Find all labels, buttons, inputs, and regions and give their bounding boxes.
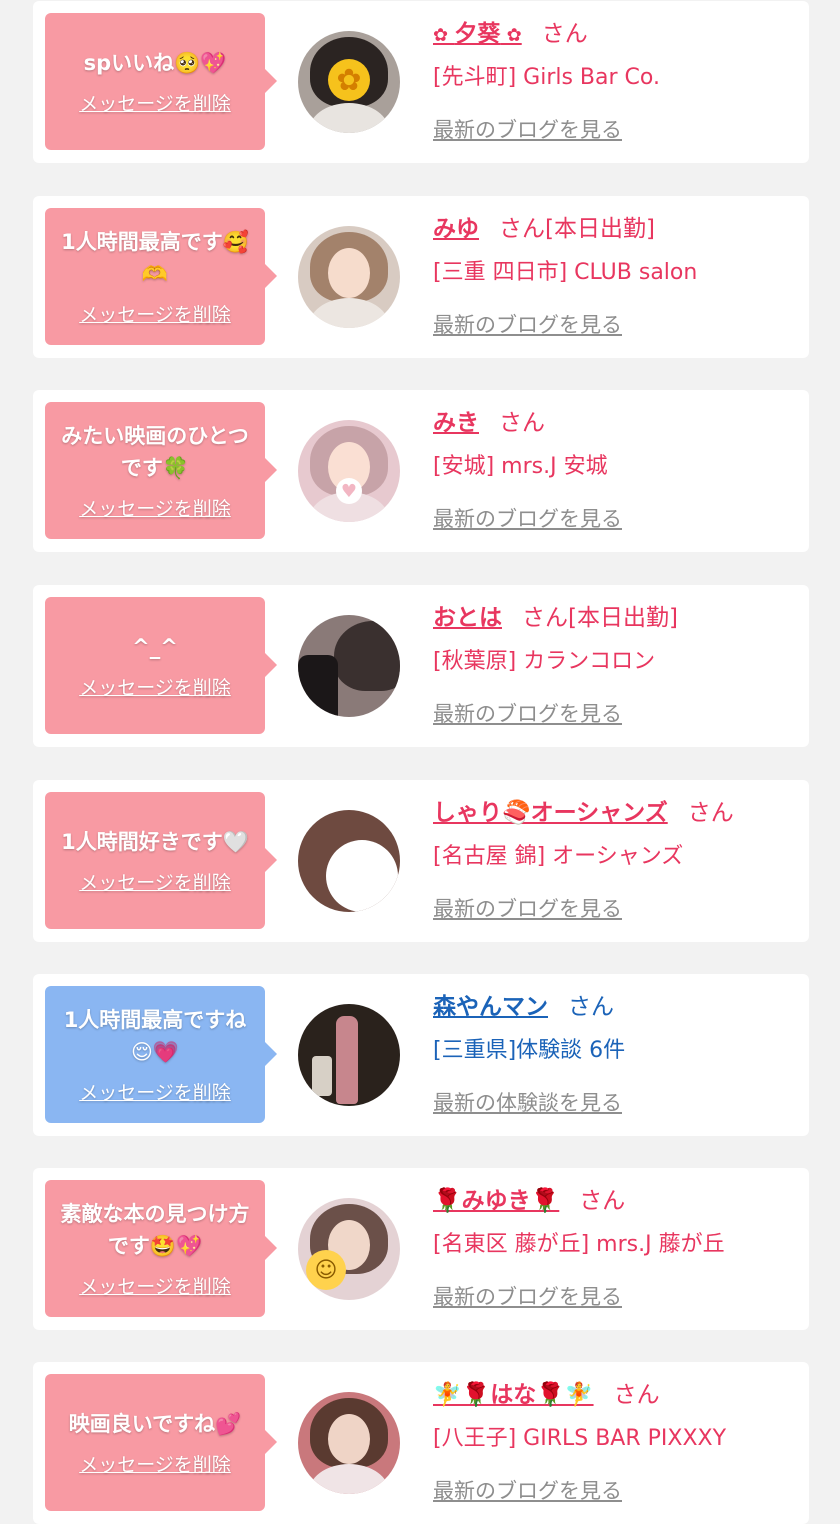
message-bubble: 1人時間好きです🤍 メッセージを削除 xyxy=(45,792,277,929)
heart-sticker-icon xyxy=(326,840,398,912)
list-item: 1人時間最高です🥰🫶 メッセージを削除 みゆ さん[本日出勤] [三重 四日市] … xyxy=(33,196,809,358)
champagne-bottle-icon xyxy=(336,1016,358,1104)
shop-name: [三重県]体験談 6件 xyxy=(433,1038,626,1063)
honorific: さん[本日出勤] xyxy=(499,216,655,242)
avatar[interactable] xyxy=(298,615,400,717)
delete-message-link[interactable]: メッセージを削除 xyxy=(79,868,231,895)
avatar[interactable] xyxy=(298,1004,400,1106)
delete-message-link[interactable]: メッセージを削除 xyxy=(79,1450,231,1477)
profile-name-link[interactable]: 🌹みゆき🌹 xyxy=(433,1188,559,1214)
message-text: 素敵な本の見つけ方です🤩💖 xyxy=(60,1202,250,1258)
sunflower-sticker-icon: ✿ xyxy=(328,59,370,101)
profile-info: 🌹みゆき🌹 さん [名東区 藤が丘] mrs.J 藤が丘 最新のブログを見る xyxy=(433,1184,799,1312)
message-bubble: 素敵な本の見つけ方です🤩💖 メッセージを削除 xyxy=(45,1180,277,1317)
list-item: 1人時間最高ですね😌💗 メッセージを削除 森やんマン さん [三重県]体験談 6件… xyxy=(33,974,809,1136)
shop-name: [先斗町] Girls Bar Co. xyxy=(433,65,660,90)
message-text: 1人時間好きです🤍 xyxy=(61,830,249,854)
message-text: 1人時間最高ですね😌💗 xyxy=(63,1008,247,1064)
heart-sticker-icon: ♥ xyxy=(336,478,362,504)
latest-review-link[interactable]: 最新の体験談を見る xyxy=(433,1088,799,1118)
shop-name: [秋葉原] カランコロン xyxy=(433,649,656,674)
profile-name-link[interactable]: 森やんマン xyxy=(433,994,548,1020)
list-item: 1人時間好きです🤍 メッセージを削除 しゃり🍣オーシャンズ さん [名古屋 錦] … xyxy=(33,780,809,942)
message-bubble: 1人時間最高ですね😌💗 メッセージを削除 xyxy=(45,986,277,1123)
message-bubble: 映画良いですね💕 メッセージを削除 xyxy=(45,1374,277,1511)
avatar[interactable]: ☺ xyxy=(298,1198,400,1300)
latest-blog-link[interactable]: 最新のブログを見る xyxy=(433,699,799,729)
message-text: 映画良いですね💕 xyxy=(68,1412,242,1436)
honorific: さん xyxy=(499,410,545,436)
shop-name: [名東区 藤が丘] mrs.J 藤が丘 xyxy=(433,1232,725,1257)
profile-info: みゆ さん[本日出勤] [三重 四日市] CLUB salon 最新のブログを見る xyxy=(433,212,799,340)
honorific: さん xyxy=(613,1382,660,1408)
profile-name-link[interactable]: 🧚🌹はな🌹🧚 xyxy=(433,1382,594,1408)
avatar[interactable]: ✿ xyxy=(298,31,400,133)
profile-name-link[interactable]: ✿ 夕葵 ✿ xyxy=(433,21,522,47)
flower-icon: ✿ xyxy=(500,25,522,46)
latest-blog-link[interactable]: 最新のブログを見る xyxy=(433,1476,799,1506)
profile-info: 🧚🌹はな🌹🧚 さん [八王子] GIRLS BAR PIXXXY 最新のブログを見… xyxy=(433,1378,799,1506)
honorific: さん xyxy=(579,1188,626,1214)
latest-blog-link[interactable]: 最新のブログを見る xyxy=(433,504,799,534)
list-item: ^_^ メッセージを削除 おとは さん[本日出勤] [秋葉原] カランコロン 最新… xyxy=(33,585,809,747)
delete-message-link[interactable]: メッセージを削除 xyxy=(79,494,231,521)
message-bubble: ^_^ メッセージを削除 xyxy=(45,597,277,734)
profile-info: みき さん [安城] mrs.J 安城 最新のブログを見る xyxy=(433,406,799,534)
profile-info: しゃり🍣オーシャンズ さん [名古屋 錦] オーシャンズ 最新のブログを見る xyxy=(433,796,799,924)
profile-name-link[interactable]: しゃり🍣オーシャンズ xyxy=(433,800,668,826)
message-bubble: 1人時間最高です🥰🫶 メッセージを削除 xyxy=(45,208,277,345)
message-text: ^_^ xyxy=(132,635,178,659)
profile-name-link[interactable]: みき xyxy=(433,410,479,436)
delete-message-link[interactable]: メッセージを削除 xyxy=(79,1272,231,1299)
message-bubble: spいいね🥺💖 メッセージを削除 xyxy=(45,13,277,150)
smile-sticker-icon: ☺ xyxy=(306,1250,346,1290)
delete-message-link[interactable]: メッセージを削除 xyxy=(79,673,231,700)
shop-name: [三重 四日市] CLUB salon xyxy=(433,260,698,285)
profile-name-link[interactable]: おとは xyxy=(433,605,502,631)
shop-name: [八王子] GIRLS BAR PIXXXY xyxy=(433,1426,727,1451)
flower-icon: ✿ xyxy=(433,25,455,46)
delete-message-link[interactable]: メッセージを削除 xyxy=(79,89,231,116)
honorific: さん xyxy=(568,994,614,1020)
message-text: みたい映画のひとつです🍀 xyxy=(61,424,249,480)
list-item: 素敵な本の見つけ方です🤩💖 メッセージを削除 ☺ 🌹みゆき🌹 さん [名東区 藤が… xyxy=(33,1168,809,1330)
message-text: spいいね🥺💖 xyxy=(83,51,227,75)
avatar[interactable] xyxy=(298,1392,400,1494)
profile-info: ✿ 夕葵 ✿ さん [先斗町] Girls Bar Co. 最新のブログを見る xyxy=(433,17,799,145)
profile-info: おとは さん[本日出勤] [秋葉原] カランコロン 最新のブログを見る xyxy=(433,601,799,729)
delete-message-link[interactable]: メッセージを削除 xyxy=(79,1078,231,1105)
message-text: 1人時間最高です🥰🫶 xyxy=(61,230,249,286)
list-item: spいいね🥺💖 メッセージを削除 ✿ ✿ 夕葵 ✿ さん [先斗町] Girls … xyxy=(33,1,809,163)
list-item: 映画良いですね💕 メッセージを削除 🧚🌹はな🌹🧚 さん [八王子] GIRLS B… xyxy=(33,1362,809,1524)
latest-blog-link[interactable]: 最新のブログを見る xyxy=(433,115,799,145)
honorific: さん xyxy=(541,21,588,47)
honorific: さん[本日出勤] xyxy=(522,605,678,631)
shop-name: [安城] mrs.J 安城 xyxy=(433,454,608,479)
message-list: spいいね🥺💖 メッセージを削除 ✿ ✿ 夕葵 ✿ さん [先斗町] Girls … xyxy=(0,0,840,1524)
avatar[interactable]: ♥ xyxy=(298,420,400,522)
latest-blog-link[interactable]: 最新のブログを見る xyxy=(433,310,799,340)
delete-message-link[interactable]: メッセージを削除 xyxy=(79,300,231,327)
profile-name-link[interactable]: みゆ xyxy=(433,216,479,242)
latest-blog-link[interactable]: 最新のブログを見る xyxy=(433,894,799,924)
message-bubble: みたい映画のひとつです🍀 メッセージを削除 xyxy=(45,402,277,539)
profile-info: 森やんマン さん [三重県]体験談 6件 最新の体験談を見る xyxy=(433,990,799,1118)
avatar[interactable] xyxy=(298,810,400,912)
shop-name: [名古屋 錦] オーシャンズ xyxy=(433,844,684,869)
honorific: さん xyxy=(687,800,734,826)
list-item: みたい映画のひとつです🍀 メッセージを削除 ♥ みき さん [安城] mrs.J … xyxy=(33,390,809,552)
latest-blog-link[interactable]: 最新のブログを見る xyxy=(433,1282,799,1312)
avatar[interactable] xyxy=(298,226,400,328)
